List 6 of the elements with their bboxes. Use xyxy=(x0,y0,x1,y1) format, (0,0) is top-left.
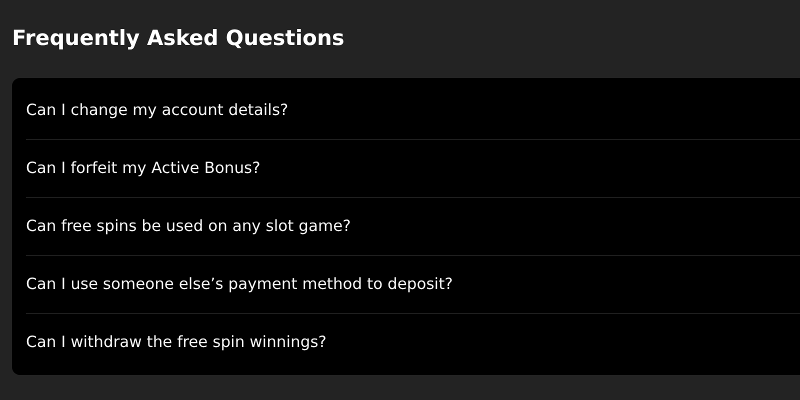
faq-question[interactable]: Can I withdraw the free spin winnings? xyxy=(26,314,800,372)
faq-question[interactable]: Can I change my account details? xyxy=(26,82,800,140)
faq-question[interactable]: Can I forfeit my Active Bonus? xyxy=(26,140,800,198)
page-heading: Frequently Asked Questions xyxy=(12,26,346,52)
faq-question[interactable]: Can I use someone else’s payment method to deposit? xyxy=(26,256,800,314)
faq-question[interactable]: Can free spins be used on any slot game? xyxy=(26,198,800,256)
